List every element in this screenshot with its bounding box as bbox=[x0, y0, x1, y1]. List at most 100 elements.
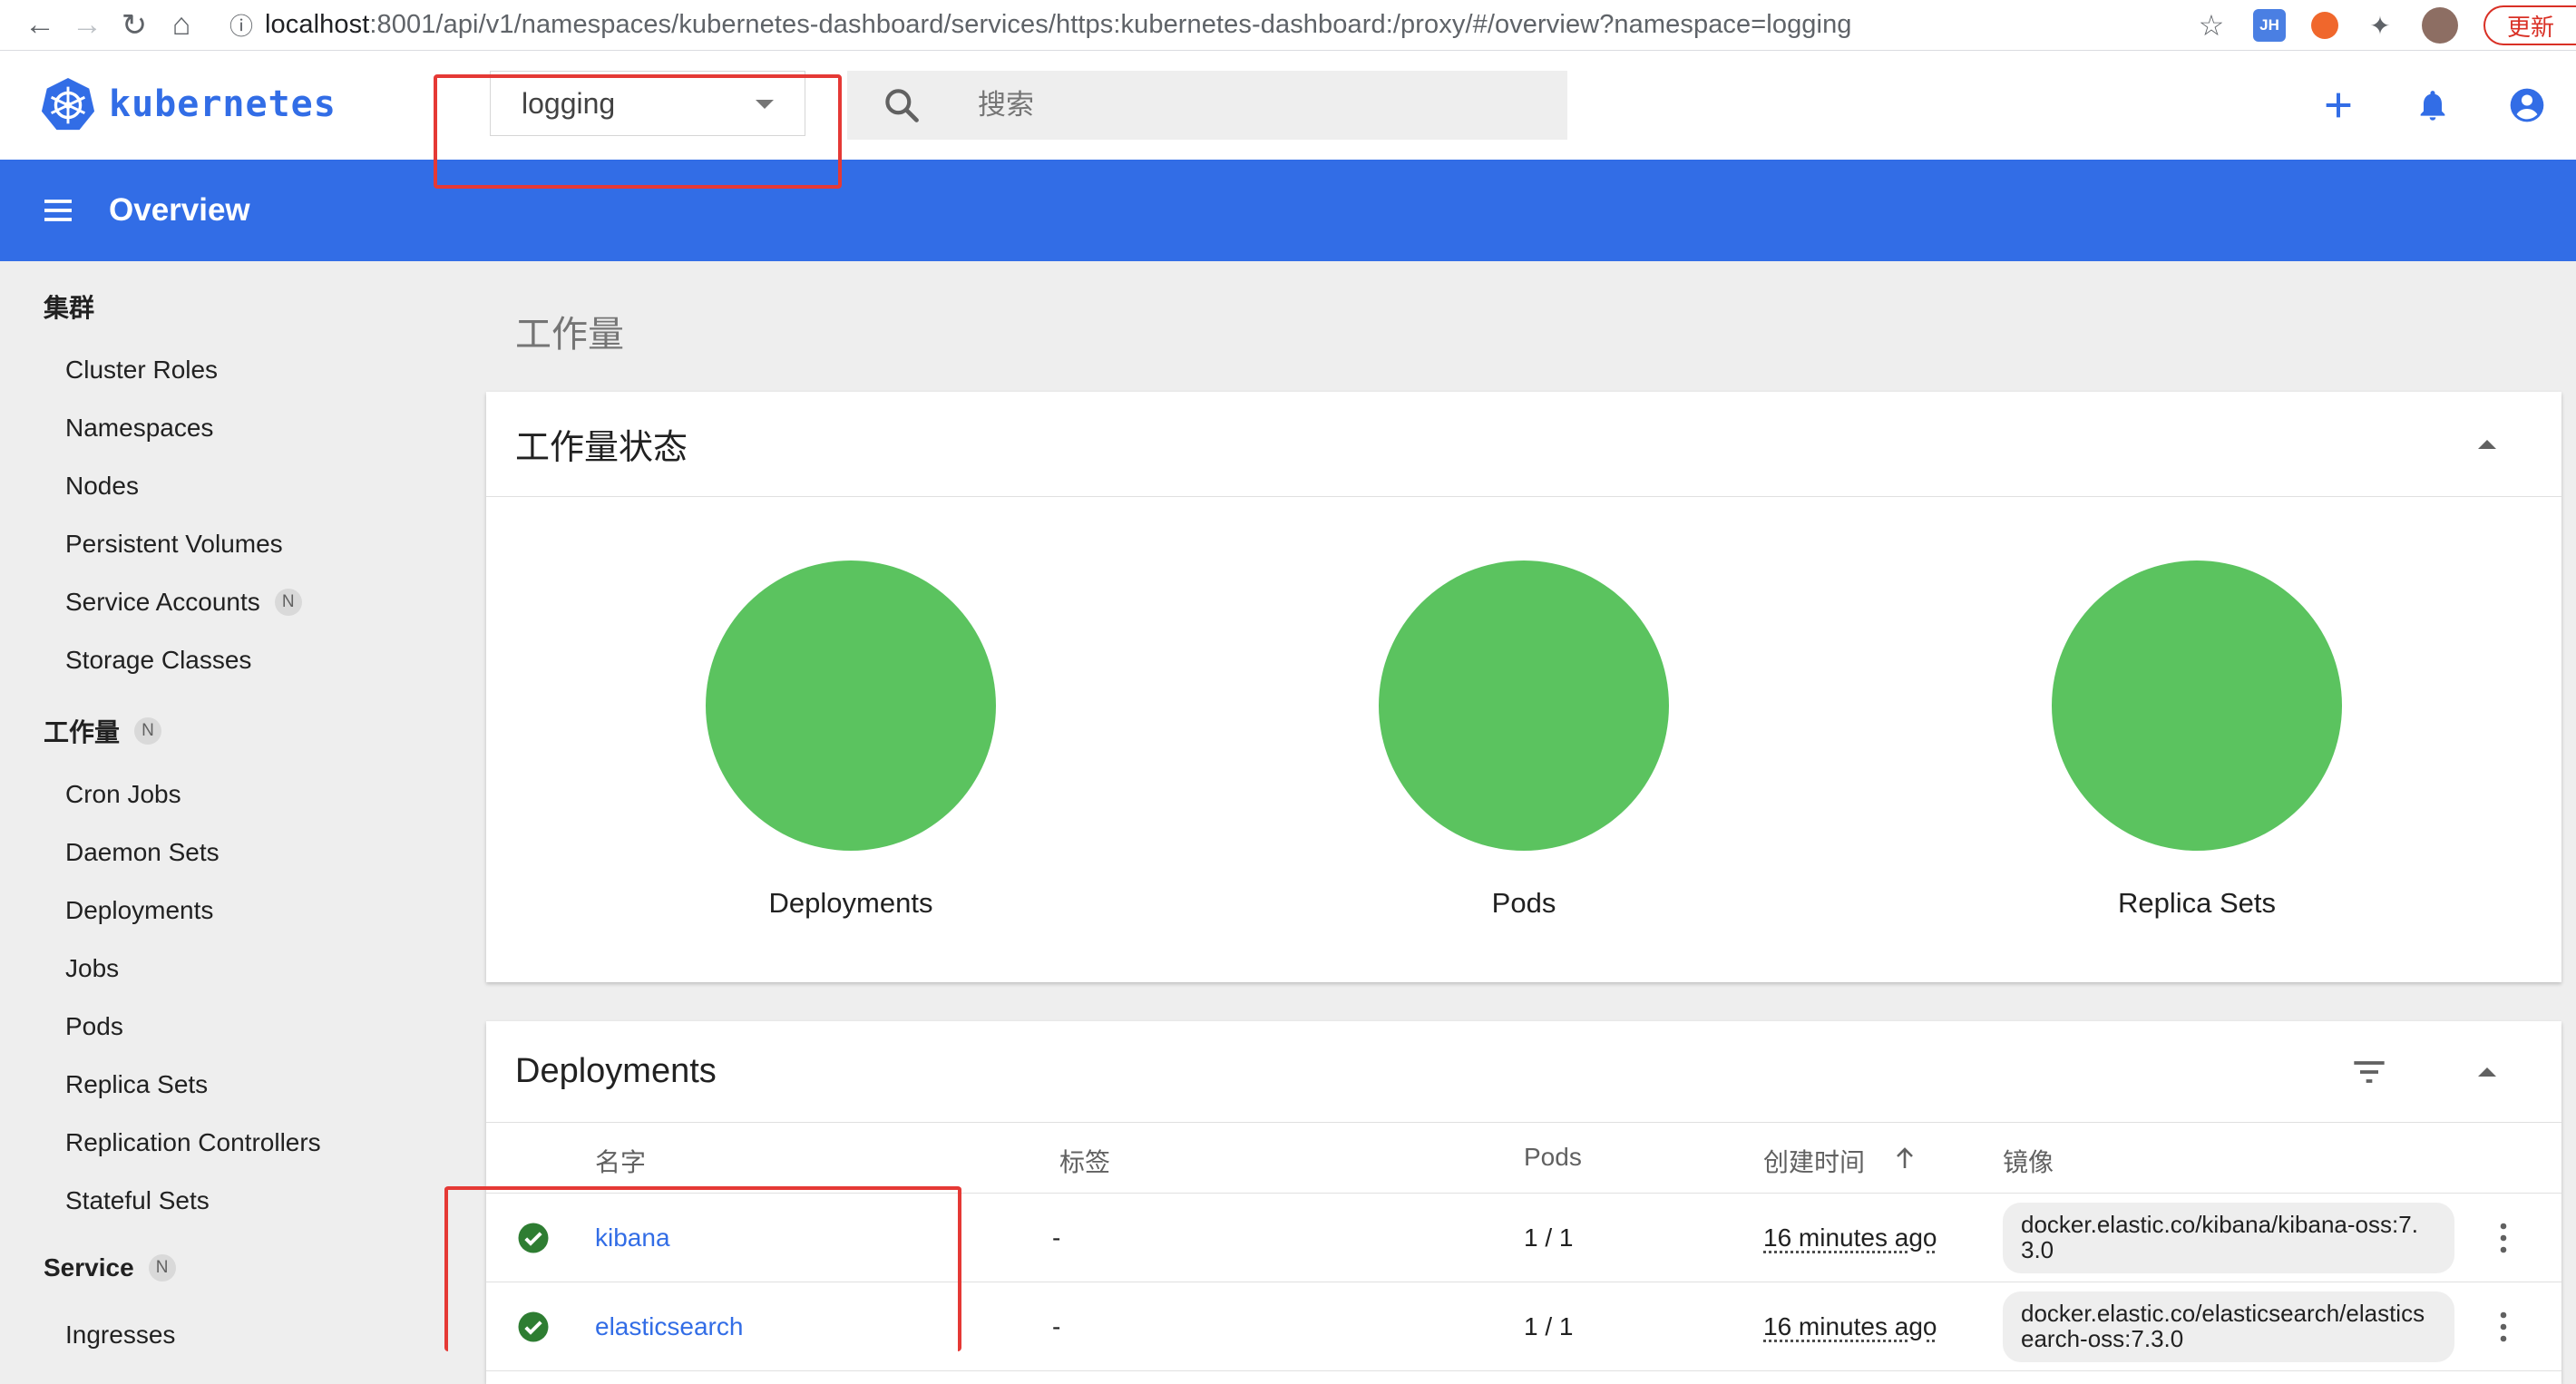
pods-cell: 1 / 1 bbox=[1524, 1312, 1574, 1340]
site-info-icon[interactable]: ⓘ bbox=[223, 8, 259, 42]
extensions-puzzle-icon[interactable]: ✦ bbox=[2364, 9, 2396, 42]
sidebar-item-deployments[interactable]: Deployments bbox=[65, 896, 213, 925]
sort-ascending-icon[interactable] bbox=[1894, 1146, 1916, 1170]
created-cell: 16 minutes ago bbox=[1763, 1312, 1937, 1340]
back-icon[interactable]: ← bbox=[16, 2, 63, 49]
check-circle-icon bbox=[518, 1311, 549, 1342]
sidebar-group-cluster[interactable]: 集群 bbox=[44, 288, 94, 325]
table-row: kibana - 1 / 1 16 minutes ago docker.ela… bbox=[486, 1194, 2561, 1282]
status-label: Pods bbox=[1491, 887, 1556, 919]
image-chip: docker.elastic.co/elasticsearch/elastics… bbox=[2003, 1291, 2454, 1362]
card-title: 工作量状态 bbox=[515, 429, 688, 467]
sidebar-group-service[interactable]: Service N bbox=[44, 1253, 176, 1282]
namespaced-badge: N bbox=[148, 1254, 176, 1282]
page-title: Overview bbox=[109, 192, 250, 228]
sidebar-item-nodes[interactable]: Nodes bbox=[65, 472, 139, 501]
kubernetes-wheel-icon bbox=[41, 77, 95, 131]
collapse-icon[interactable] bbox=[2478, 439, 2496, 449]
card-header: Deployments bbox=[486, 1021, 2561, 1123]
table-row: elasticsearch - 1 / 1 16 minutes ago doc… bbox=[486, 1282, 2561, 1371]
namespaced-badge: N bbox=[134, 717, 162, 745]
labels-cell: - bbox=[1052, 1312, 1061, 1340]
search-bar[interactable] bbox=[847, 71, 1567, 140]
sidebar-item-jobs[interactable]: Jobs bbox=[65, 954, 119, 983]
bookmark-star-icon[interactable]: ☆ bbox=[2195, 9, 2228, 42]
namespaced-badge: N bbox=[274, 589, 302, 616]
chevron-down-icon bbox=[756, 100, 774, 109]
browser-toolbar: ← → ↻ ⌂ ⓘ localhost:8001/api/v1/namespac… bbox=[0, 0, 2576, 51]
sidebar-group-label: 工作量 bbox=[44, 718, 121, 746]
column-images: 镜像 bbox=[2003, 1148, 2054, 1176]
column-labels: 标签 bbox=[1059, 1148, 1111, 1176]
sidebar-item-cluster-roles[interactable]: Cluster Roles bbox=[65, 356, 218, 385]
account-circle-icon bbox=[2510, 88, 2544, 122]
image-chip: docker.elastic.co/kibana/kibana-oss:7.3.… bbox=[2003, 1203, 2454, 1273]
deployment-name-link[interactable]: kibana bbox=[595, 1223, 670, 1252]
plus-icon bbox=[2326, 93, 2351, 118]
labels-cell: - bbox=[1052, 1223, 1061, 1252]
extension-orange-icon[interactable] bbox=[2310, 12, 2338, 39]
table-header: 名字 标签 Pods 创建时间 镜像 bbox=[486, 1123, 2561, 1194]
more-vert-icon[interactable] bbox=[2500, 1222, 2507, 1254]
status-charts: Deployments Pods Replica Sets bbox=[486, 497, 2561, 982]
search-icon bbox=[885, 89, 919, 122]
app-toolbar: kubernetes logging bbox=[0, 51, 2576, 160]
collapse-icon[interactable] bbox=[2478, 1067, 2496, 1077]
search-input[interactable] bbox=[978, 89, 1522, 122]
namespace-select[interactable]: logging bbox=[490, 71, 805, 136]
menu-icon[interactable] bbox=[40, 192, 76, 229]
status-label: Deployments bbox=[768, 887, 933, 919]
sidebar-item-replication-controllers[interactable]: Replication Controllers bbox=[65, 1128, 321, 1157]
jh-extension-icon[interactable]: JH bbox=[2252, 9, 2286, 42]
bell-icon bbox=[2420, 91, 2445, 121]
status-pie bbox=[706, 560, 996, 851]
sidebar-item-service-accounts[interactable]: Service Accounts N bbox=[65, 588, 302, 617]
section-title: 工作量 bbox=[515, 315, 624, 355]
status-pie bbox=[1379, 560, 1669, 851]
update-button[interactable]: 更新 bbox=[2483, 5, 2576, 45]
reload-icon[interactable]: ↻ bbox=[111, 2, 158, 49]
address-bar[interactable]: localhost:8001/api/v1/namespaces/kuberne… bbox=[265, 10, 1852, 40]
column-name[interactable]: 名字 bbox=[595, 1143, 646, 1179]
more-vert-icon[interactable] bbox=[2500, 1311, 2507, 1343]
status-replica-sets[interactable]: Replica Sets bbox=[2052, 560, 2342, 920]
sidebar-item-pods[interactable]: Pods bbox=[65, 1012, 123, 1041]
status-deployments[interactable]: Deployments bbox=[706, 560, 996, 920]
sidebar-item-ingresses[interactable]: Ingresses bbox=[65, 1321, 175, 1350]
page-header: Overview bbox=[0, 160, 2576, 261]
filter-icon[interactable] bbox=[2351, 1058, 2387, 1086]
sidebar-group-label: 集群 bbox=[44, 294, 95, 322]
column-created[interactable]: 创建时间 bbox=[1763, 1143, 1865, 1179]
sidebar-group-label: Service bbox=[44, 1253, 134, 1282]
kubernetes-logo[interactable]: kubernetes bbox=[40, 76, 337, 132]
sidebar-item-replica-sets[interactable]: Replica Sets bbox=[65, 1070, 208, 1099]
deployment-name-link[interactable]: elasticsearch bbox=[595, 1312, 743, 1341]
sidebar-item-stateful-sets[interactable]: Stateful Sets bbox=[65, 1186, 210, 1215]
card-title: Deployments bbox=[515, 1052, 717, 1090]
pods-cell: 1 / 1 bbox=[1524, 1223, 1574, 1252]
profile-avatar[interactable] bbox=[2421, 7, 2458, 44]
sidebar-item-cron-jobs[interactable]: Cron Jobs bbox=[65, 780, 181, 809]
sidebar-item-namespaces[interactable]: Namespaces bbox=[65, 414, 213, 443]
sidebar-item-storage-classes[interactable]: Storage Classes bbox=[65, 646, 251, 675]
account-button[interactable] bbox=[2480, 58, 2574, 152]
forward-icon[interactable]: → bbox=[63, 2, 111, 49]
sidebar-item-daemon-sets[interactable]: Daemon Sets bbox=[65, 838, 220, 867]
check-circle-icon bbox=[518, 1223, 549, 1253]
sidebar-item-label: Service Accounts bbox=[65, 588, 260, 616]
notifications-button[interactable] bbox=[2386, 58, 2480, 152]
sidebar-item-persistent-volumes[interactable]: Persistent Volumes bbox=[65, 530, 283, 559]
sidebar-group-workloads[interactable]: 工作量 N bbox=[44, 713, 162, 749]
column-pods: Pods bbox=[1524, 1143, 1582, 1171]
deployments-card: Deployments 名字 标签 Pods 创建时间 镜像 kibana - … bbox=[486, 1021, 2561, 1384]
url-path: :8001/api/v1/namespaces/kubernetes-dashb… bbox=[369, 10, 1852, 39]
namespace-value: logging bbox=[522, 86, 616, 120]
home-icon[interactable]: ⌂ bbox=[158, 2, 205, 49]
url-host: localhost bbox=[265, 10, 370, 39]
sidebar: 集群 Cluster Roles Namespaces Nodes Persis… bbox=[0, 261, 454, 1351]
status-pie bbox=[2052, 560, 2342, 851]
create-button[interactable] bbox=[2291, 58, 2386, 152]
status-pods[interactable]: Pods bbox=[1379, 560, 1669, 920]
status-label: Replica Sets bbox=[2117, 887, 2277, 919]
brand-name: kubernetes bbox=[109, 83, 337, 125]
